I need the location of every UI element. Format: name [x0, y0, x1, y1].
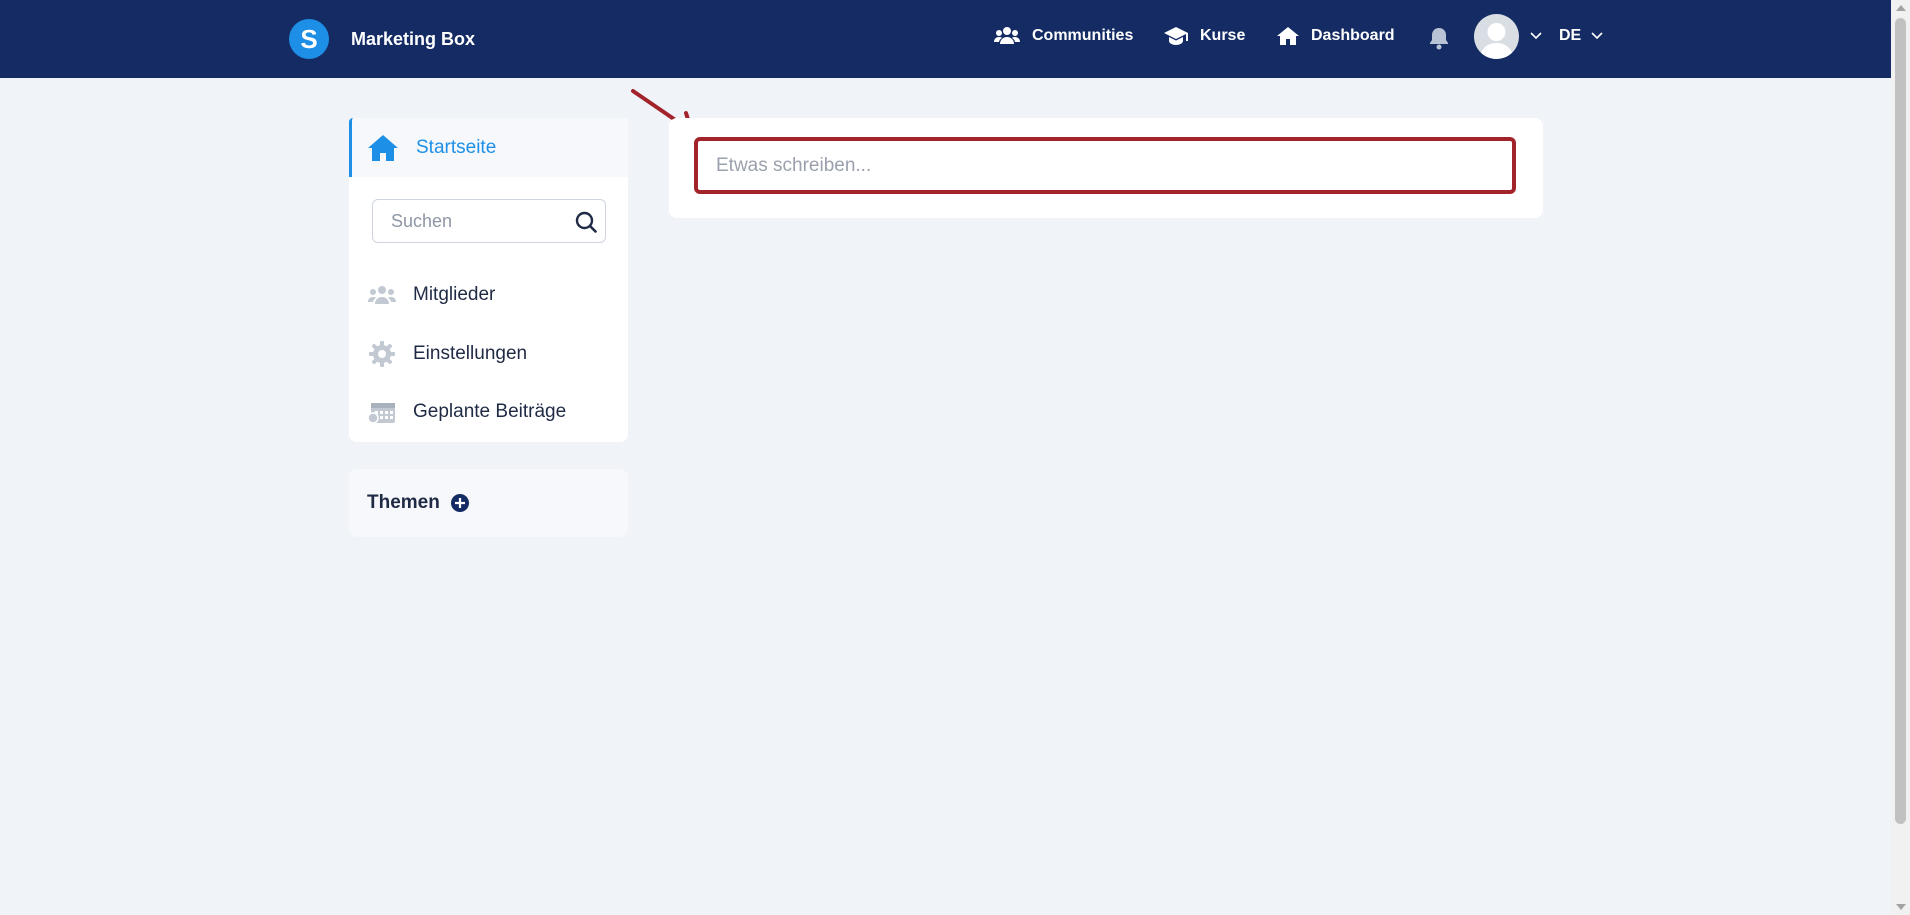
sidebar-item-label: Einstellungen	[413, 343, 528, 364]
topics-section: Themen	[349, 469, 628, 537]
language-selector[interactable]: DE	[1559, 27, 1603, 45]
nav-communities-label: Communities	[1032, 27, 1134, 44]
scroll-up-icon[interactable]	[1896, 5, 1906, 11]
chevron-down-icon[interactable]	[1530, 32, 1542, 40]
page: S Marketing Box Communities Kurse Dashbo…	[0, 0, 1910, 915]
chevron-down-icon	[1591, 32, 1603, 40]
sidebar-item-label: Mitglieder	[413, 284, 496, 305]
calendar-icon	[367, 400, 397, 424]
members-icon	[367, 285, 397, 305]
graduation-cap-icon	[1164, 27, 1188, 45]
nav-communities[interactable]: Communities	[994, 26, 1133, 46]
add-topic-icon[interactable]	[450, 493, 470, 513]
top-navbar: S Marketing Box Communities Kurse Dashbo…	[0, 0, 1891, 78]
scroll-thumb[interactable]	[1895, 18, 1906, 824]
avatar[interactable]	[1474, 14, 1519, 59]
sidebar: Startseite Mitglieder	[349, 118, 628, 442]
gear-icon	[367, 341, 397, 367]
post-input[interactable]	[694, 137, 1516, 194]
scrollbar[interactable]	[1891, 0, 1910, 915]
sidebar-item-label: Startseite	[416, 136, 497, 158]
nav-dashboard-label: Dashboard	[1311, 27, 1395, 44]
brand[interactable]: S Marketing Box	[289, 19, 475, 59]
scroll-down-icon[interactable]	[1896, 904, 1906, 910]
sidebar-item-label: Geplante Beiträge	[413, 401, 567, 422]
nav-dashboard[interactable]: Dashboard	[1277, 26, 1395, 46]
user-avatar-icon	[1480, 23, 1513, 59]
search-input[interactable]	[373, 200, 563, 242]
search-box	[372, 199, 606, 243]
nav-kurse[interactable]: Kurse	[1164, 26, 1245, 46]
home-icon	[368, 134, 398, 161]
users-icon	[994, 27, 1020, 44]
post-composer	[669, 118, 1543, 218]
sidebar-item-geplante-beitraege[interactable]: Geplante Beiträge	[349, 390, 628, 434]
sidebar-item-startseite[interactable]: Startseite	[349, 118, 628, 177]
sidebar-item-einstellungen[interactable]: Einstellungen	[349, 332, 628, 376]
brand-name[interactable]: Marketing Box	[351, 29, 475, 50]
search-icon[interactable]	[575, 211, 597, 233]
nav-kurse-label: Kurse	[1200, 27, 1246, 44]
bell-icon[interactable]	[1428, 26, 1450, 50]
topics-title: Themen	[367, 492, 440, 513]
home-icon	[1277, 27, 1299, 45]
sidebar-item-mitglieder[interactable]: Mitglieder	[349, 273, 628, 317]
brand-logo[interactable]: S	[289, 19, 329, 59]
language-label: DE	[1559, 27, 1582, 44]
